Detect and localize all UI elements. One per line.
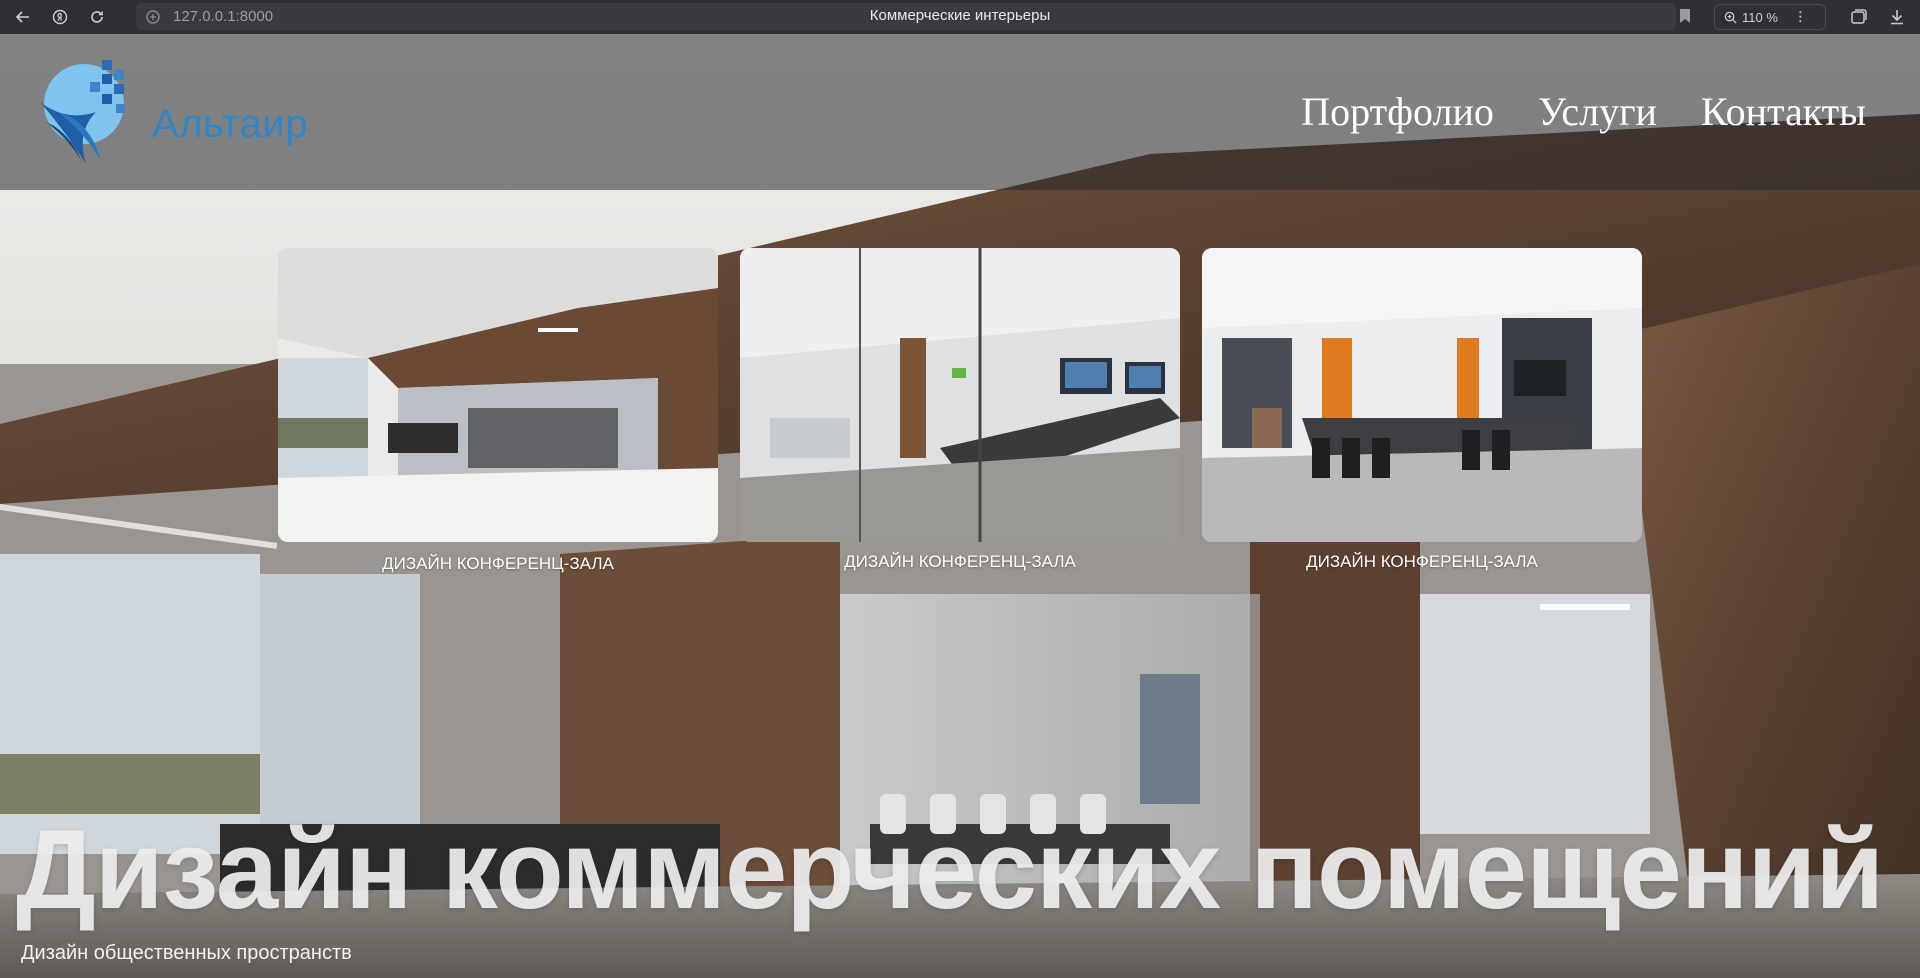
portfolio-card[interactable]: Дизайн конференц-зала bbox=[740, 248, 1180, 574]
card-photo[interactable] bbox=[740, 248, 1180, 542]
yandex-button[interactable] bbox=[46, 3, 74, 31]
zoom-indicator[interactable]: 110 % ⋮ bbox=[1714, 4, 1826, 30]
page-viewport: Альтаир Портфолио Услуги Контакты ДИЗАЙН… bbox=[0, 34, 1920, 978]
collections-icon[interactable] bbox=[1850, 8, 1868, 26]
card-photo[interactable] bbox=[1202, 248, 1642, 542]
logo-text: Альтаир bbox=[152, 102, 308, 146]
card-caption: Дизайн конференц-зала bbox=[382, 554, 614, 573]
conference-room-photo bbox=[1202, 248, 1642, 542]
download-icon[interactable] bbox=[1888, 8, 1906, 26]
reload-icon bbox=[91, 11, 103, 23]
card-photo[interactable] bbox=[278, 248, 718, 542]
altair-logo-icon bbox=[40, 60, 125, 164]
site-header: Альтаир Портфолио Услуги Контакты bbox=[0, 34, 1920, 190]
address-bar[interactable]: 127.0.0.1:8000 bbox=[136, 3, 1676, 30]
card-caption: Дизайн конференц-зала bbox=[844, 552, 1076, 571]
zoom-icon bbox=[1724, 11, 1737, 23]
portfolio-cards: Дизайн конференц-зала bbox=[278, 248, 1642, 574]
card-caption: Дизайн конференц-зала bbox=[1306, 552, 1538, 571]
zoom-menu-icon[interactable]: ⋮ bbox=[1794, 9, 1807, 25]
site-info-icon[interactable] bbox=[145, 9, 161, 25]
nav-link-contacts[interactable]: Контакты bbox=[1701, 92, 1866, 132]
url-text[interactable]: 127.0.0.1:8000 bbox=[173, 8, 273, 25]
site-logo[interactable]: Альтаир bbox=[36, 52, 308, 164]
reload-button[interactable] bbox=[83, 3, 111, 31]
nav-link-services[interactable]: Услуги bbox=[1538, 92, 1657, 132]
hero-title: Дизайн коммерческих помещений bbox=[16, 807, 1884, 932]
conference-room-photo bbox=[278, 248, 718, 542]
portfolio-card[interactable]: Дизайн конференц-зала bbox=[278, 248, 718, 574]
back-button[interactable] bbox=[9, 3, 37, 31]
nav-link-portfolio[interactable]: Портфолио bbox=[1301, 92, 1494, 132]
portfolio-card[interactable]: Дизайн конференц-зала bbox=[1202, 248, 1642, 574]
yandex-icon bbox=[52, 9, 68, 25]
hero-subtitle: Дизайн общественных пространств bbox=[21, 942, 352, 964]
browser-toolbar: 127.0.0.1:8000 Коммерческие интерьеры 11… bbox=[0, 0, 1920, 34]
conference-room-photo bbox=[740, 248, 1180, 542]
zoom-level: 110 % bbox=[1742, 9, 1778, 25]
arrow-left-icon bbox=[15, 11, 29, 23]
bookmark-icon[interactable] bbox=[1678, 8, 1692, 24]
main-navigation: Портфолио Услуги Контакты bbox=[1301, 92, 1866, 132]
